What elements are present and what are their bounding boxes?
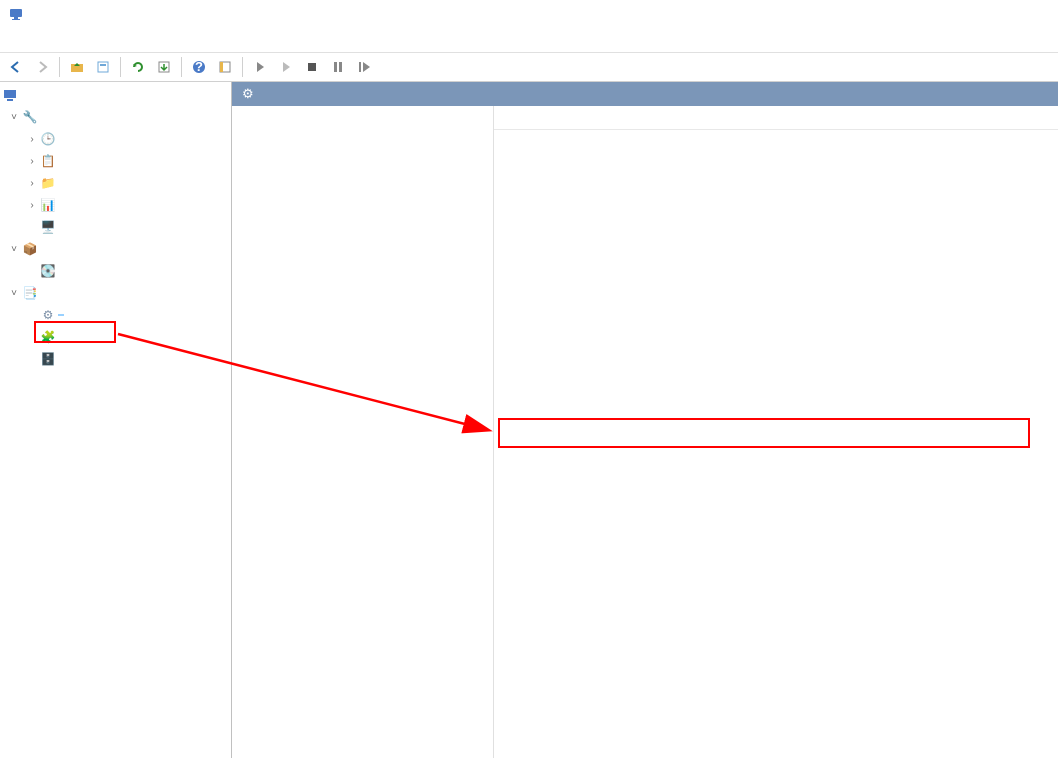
perf-icon: 📊 bbox=[40, 197, 56, 213]
main-area: ˅ 🔧 › 🕒 › 📋 › 📁 › 📊 🖥️ ˅ bbox=[0, 82, 1058, 758]
tree-services[interactable]: ⚙ bbox=[0, 304, 231, 326]
folder-icon: 📁 bbox=[40, 175, 56, 191]
tree-wmi[interactable]: 🧩 bbox=[0, 326, 231, 348]
export-button[interactable] bbox=[152, 55, 176, 79]
sql-icon: 🗄️ bbox=[40, 351, 56, 367]
list-header bbox=[494, 106, 1058, 130]
toolbar-sep bbox=[59, 57, 60, 77]
toolbar: ? bbox=[0, 52, 1058, 82]
wmi-icon: 🧩 bbox=[40, 329, 56, 345]
toolbar-sep bbox=[181, 57, 182, 77]
tree-sql[interactable]: 🗄️ bbox=[0, 348, 231, 370]
tree-device-mgr[interactable]: 🖥️ bbox=[0, 216, 231, 238]
gear-icon: ⚙ bbox=[40, 307, 56, 323]
tree-svc-apps[interactable]: ˅ 📑 bbox=[0, 282, 231, 304]
properties-button[interactable] bbox=[91, 55, 115, 79]
services-header: ⚙ bbox=[232, 82, 1058, 106]
expand-icon[interactable]: › bbox=[24, 178, 40, 189]
menu-bar bbox=[0, 28, 1058, 52]
device-icon: 🖥️ bbox=[40, 219, 56, 235]
refresh-button[interactable] bbox=[126, 55, 150, 79]
stop-button[interactable] bbox=[300, 55, 324, 79]
panel-button[interactable] bbox=[213, 55, 237, 79]
back-button[interactable] bbox=[4, 55, 28, 79]
tree-panel[interactable]: ˅ 🔧 › 🕒 › 📋 › 📁 › 📊 🖥️ ˅ bbox=[0, 82, 232, 758]
tree-shared-folders[interactable]: › 📁 bbox=[0, 172, 231, 194]
expand-icon[interactable]: › bbox=[24, 156, 40, 167]
tree-storage[interactable]: ˅ 📦 bbox=[0, 238, 231, 260]
storage-icon: 📦 bbox=[22, 241, 38, 257]
play-button[interactable] bbox=[248, 55, 272, 79]
restart-button[interactable] bbox=[352, 55, 376, 79]
expand-icon[interactable]: › bbox=[24, 200, 40, 211]
help-button[interactable]: ? bbox=[187, 55, 211, 79]
event-icon: 📋 bbox=[40, 153, 56, 169]
title-bar bbox=[0, 0, 1058, 28]
description-pane bbox=[232, 106, 494, 758]
tree-event-viewer[interactable]: › 📋 bbox=[0, 150, 231, 172]
collapse-icon[interactable]: ˅ bbox=[6, 288, 22, 299]
tree-task-scheduler[interactable]: › 🕒 bbox=[0, 128, 231, 150]
collapse-icon[interactable]: ˅ bbox=[6, 112, 22, 123]
wrench-icon: 🔧 bbox=[22, 109, 38, 125]
play2-button[interactable] bbox=[274, 55, 298, 79]
apps-icon: 📑 bbox=[22, 285, 38, 301]
svg-text:?: ? bbox=[195, 59, 203, 74]
computer-icon bbox=[2, 87, 18, 103]
collapse-icon[interactable]: ˅ bbox=[6, 244, 22, 255]
right-panel: ⚙ bbox=[232, 82, 1058, 758]
tree-performance[interactable]: › 📊 bbox=[0, 194, 231, 216]
forward-button[interactable] bbox=[30, 55, 54, 79]
toolbar-sep bbox=[120, 57, 121, 77]
up-folder-button[interactable] bbox=[65, 55, 89, 79]
tree-services-label bbox=[58, 314, 64, 316]
tree-root[interactable] bbox=[0, 84, 231, 106]
clock-icon: 🕒 bbox=[40, 131, 56, 147]
tree-systools[interactable]: ˅ 🔧 bbox=[0, 106, 231, 128]
disk-icon: 💽 bbox=[40, 263, 56, 279]
expand-icon[interactable]: › bbox=[24, 134, 40, 145]
toolbar-sep bbox=[242, 57, 243, 77]
tree-disk-mgmt[interactable]: 💽 bbox=[0, 260, 231, 282]
gear-icon: ⚙ bbox=[242, 86, 254, 102]
app-icon bbox=[8, 6, 24, 22]
pause-button[interactable] bbox=[326, 55, 350, 79]
services-list[interactable] bbox=[494, 106, 1058, 758]
